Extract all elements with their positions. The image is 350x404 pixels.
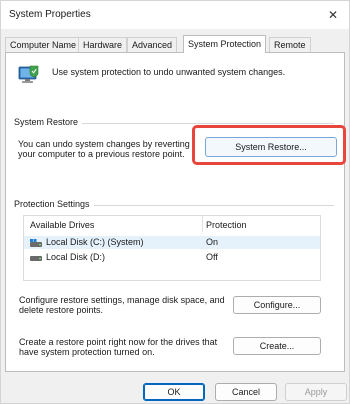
configure-description: Configure restore settings, manage disk … xyxy=(19,295,225,315)
tab-remote[interactable]: Remote xyxy=(269,37,311,53)
tab-computer-name[interactable]: Computer Name xyxy=(5,37,82,53)
close-button[interactable]: ✕ xyxy=(323,5,343,25)
drive-protection-status: On xyxy=(206,237,219,247)
system-properties-window: System Properties ✕ Computer Name Hardwa… xyxy=(0,0,350,404)
system-restore-button-label: System Restore... xyxy=(235,142,307,152)
drive-name: Local Disk (C:) (System) xyxy=(46,237,144,247)
drive-name: Local Disk (D:) xyxy=(46,252,106,262)
ok-button-label: OK xyxy=(167,387,181,397)
system-restore-description: You can undo system changes by reverting… xyxy=(18,139,190,159)
column-header-available-drives[interactable]: Available Drives xyxy=(30,220,94,230)
title-bar: System Properties ✕ xyxy=(1,1,349,29)
ok-button[interactable]: OK xyxy=(143,383,205,401)
intro-text: Use system protection to undo unwanted s… xyxy=(52,67,286,77)
column-header-protection[interactable]: Protection xyxy=(206,220,247,230)
tab-system-protection[interactable]: System Protection xyxy=(183,35,267,53)
system-protection-icon xyxy=(18,65,39,83)
drives-table: Available Drives Protection Local Disk (… xyxy=(23,215,321,281)
apply-button[interactable]: Apply xyxy=(285,383,347,401)
system-drive-icon xyxy=(30,239,42,247)
system-protection-panel: Use system protection to undo unwanted s… xyxy=(5,52,345,372)
create-button-label: Create... xyxy=(259,341,295,351)
tab-bar: Computer Name Hardware Advanced System P… xyxy=(5,35,345,53)
protection-settings-group-label: Protection Settings xyxy=(14,199,94,209)
create-description: Create a restore point right now for the… xyxy=(19,337,218,357)
tab-advanced[interactable]: Advanced xyxy=(127,37,178,53)
drive-row-c[interactable]: Local Disk (C:) (System) On xyxy=(24,236,320,249)
close-icon: ✕ xyxy=(327,8,339,22)
apply-button-label: Apply xyxy=(304,387,328,397)
system-restore-group-label: System Restore xyxy=(14,117,83,127)
configure-button-label: Configure... xyxy=(253,300,301,310)
tab-hardware[interactable]: Hardware xyxy=(78,37,128,53)
configure-button[interactable]: Configure... xyxy=(233,296,321,314)
cancel-button-label: Cancel xyxy=(231,387,260,397)
create-button[interactable]: Create... xyxy=(233,337,321,355)
column-separator xyxy=(202,216,203,232)
cancel-button[interactable]: Cancel xyxy=(215,383,277,401)
drive-row-d[interactable]: Local Disk (D:) Off xyxy=(24,251,320,264)
window-title: System Properties xyxy=(9,9,91,20)
drive-protection-status: Off xyxy=(206,252,218,262)
drive-icon xyxy=(30,256,42,261)
system-restore-button[interactable]: System Restore... xyxy=(205,137,337,157)
dialog-footer: OK Cancel Apply xyxy=(1,373,349,403)
